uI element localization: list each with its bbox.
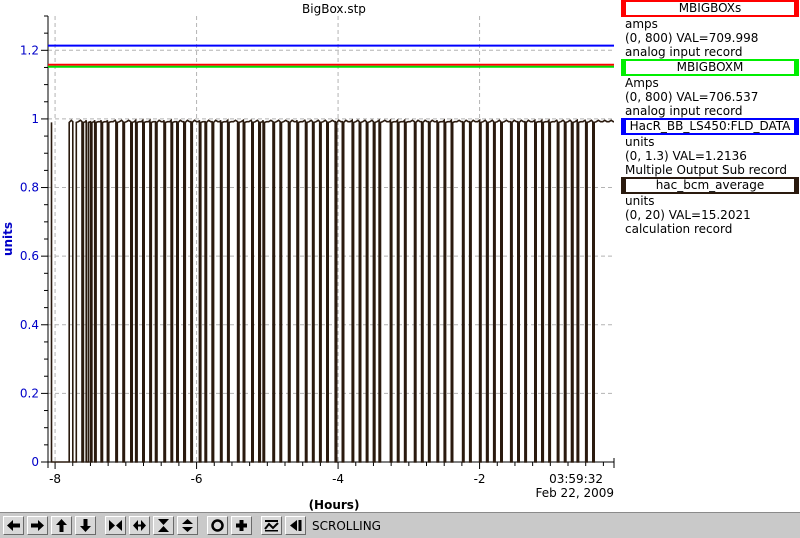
legend-entry-mbigboxm[interactable]: MBIGBOXM Amps (0, 800) VAL=706.537 analo… xyxy=(621,59,800,118)
zoom-out-horizontal-button[interactable] xyxy=(129,516,150,535)
y-tick-label: 0.2 xyxy=(20,386,39,400)
y-tick-label: 0.4 xyxy=(20,318,39,332)
add-icon xyxy=(236,520,247,531)
legend-box-mbigboxs[interactable]: MBIGBOXs xyxy=(621,0,799,17)
scroll-mode-button[interactable] xyxy=(261,516,282,535)
legend-box-mbigboxm[interactable]: MBIGBOXM xyxy=(621,59,799,76)
y-axis-label: units xyxy=(1,222,15,256)
zoom-in-vertical-button[interactable] xyxy=(153,516,174,535)
end-date-label: Feb 22, 2009 xyxy=(536,486,615,500)
legend-entry-fld-data[interactable]: HacR_BB_LS450:FLD_DATA units (0, 1.3) VA… xyxy=(621,118,800,177)
legend-range: (0, 20) VAL=15.2021 xyxy=(625,208,751,222)
y-tick-label: 0 xyxy=(31,455,39,469)
x-tick-label: -6 xyxy=(191,472,203,486)
auto-scale-button[interactable] xyxy=(207,516,228,535)
y-tick-label: 1 xyxy=(31,112,39,126)
zoom-in-vertical-icon xyxy=(158,519,169,532)
legend-unit: Amps xyxy=(625,76,659,90)
legend-record-type: analog input record xyxy=(625,45,743,59)
x-tick-label: -2 xyxy=(474,472,486,486)
chart-series xyxy=(48,44,614,463)
arrow-up-icon xyxy=(56,519,67,532)
chart: 0 0.2 0.4 0.6 0.8 1 1.2 -8 -6 -4 -2 BigBox.stp (Hour… xyxy=(1,2,615,512)
legend-box-bcm-average[interactable]: hac_bcm_average xyxy=(621,177,799,194)
zoom-in-horizontal-button[interactable] xyxy=(105,516,126,535)
x-axis-label: (Hours) xyxy=(309,498,360,512)
legend-unit: units xyxy=(625,135,655,149)
scroll-up-button[interactable] xyxy=(51,516,72,535)
x-tick-label: -8 xyxy=(49,472,61,486)
y-tick-label: 1.2 xyxy=(20,43,39,57)
legend-record-type: calculation record xyxy=(625,222,733,236)
scroll-down-button[interactable] xyxy=(75,516,96,535)
legend-range: (0, 800) VAL=709.998 xyxy=(625,31,759,45)
arrow-left-icon xyxy=(7,520,20,531)
legend-record-type: analog input record xyxy=(625,104,743,118)
legend-entry-bcm-average[interactable]: hac_bcm_average units (0, 20) VAL=15.202… xyxy=(621,177,800,236)
jump-to-end-icon xyxy=(290,520,302,531)
end-time-label: 03:59:32 xyxy=(549,472,603,486)
zoom-out-vertical-button[interactable] xyxy=(177,516,198,535)
zoom-out-horizontal-icon xyxy=(133,520,146,531)
scroll-left-button[interactable] xyxy=(3,516,24,535)
scroll-status: SCROLLING xyxy=(312,518,381,533)
jump-to-end-button[interactable] xyxy=(285,516,306,535)
auto-scale-icon xyxy=(211,519,224,532)
scroll-right-button[interactable] xyxy=(27,516,48,535)
y-tick-label: 0.8 xyxy=(20,181,39,195)
legend-unit: amps xyxy=(625,17,658,31)
legend-unit: units xyxy=(625,194,655,208)
legend: MBIGBOXs amps (0, 800) VAL=709.998 analo… xyxy=(621,0,800,236)
legend-box-fld-data[interactable]: HacR_BB_LS450:FLD_DATA xyxy=(621,118,799,135)
zoom-out-vertical-icon xyxy=(182,519,193,532)
series-line-3 xyxy=(50,118,614,463)
arrow-right-icon xyxy=(31,520,44,531)
zoom-in-horizontal-icon xyxy=(109,520,122,531)
legend-range: (0, 800) VAL=706.537 xyxy=(625,90,759,104)
toolbar: SCROLLING xyxy=(0,512,800,538)
legend-entry-mbigboxs[interactable]: MBIGBOXs amps (0, 800) VAL=709.998 analo… xyxy=(621,0,800,59)
legend-range: (0, 1.3) VAL=1.2136 xyxy=(625,149,747,163)
scroll-mode-icon xyxy=(264,520,279,532)
x-tick-label: -4 xyxy=(332,472,344,486)
add-button[interactable] xyxy=(231,516,252,535)
legend-record-type: Multiple Output Sub record xyxy=(625,163,787,177)
chart-title: BigBox.stp xyxy=(302,2,366,16)
y-tick-label: 0.6 xyxy=(20,249,39,263)
arrow-down-icon xyxy=(80,519,91,532)
